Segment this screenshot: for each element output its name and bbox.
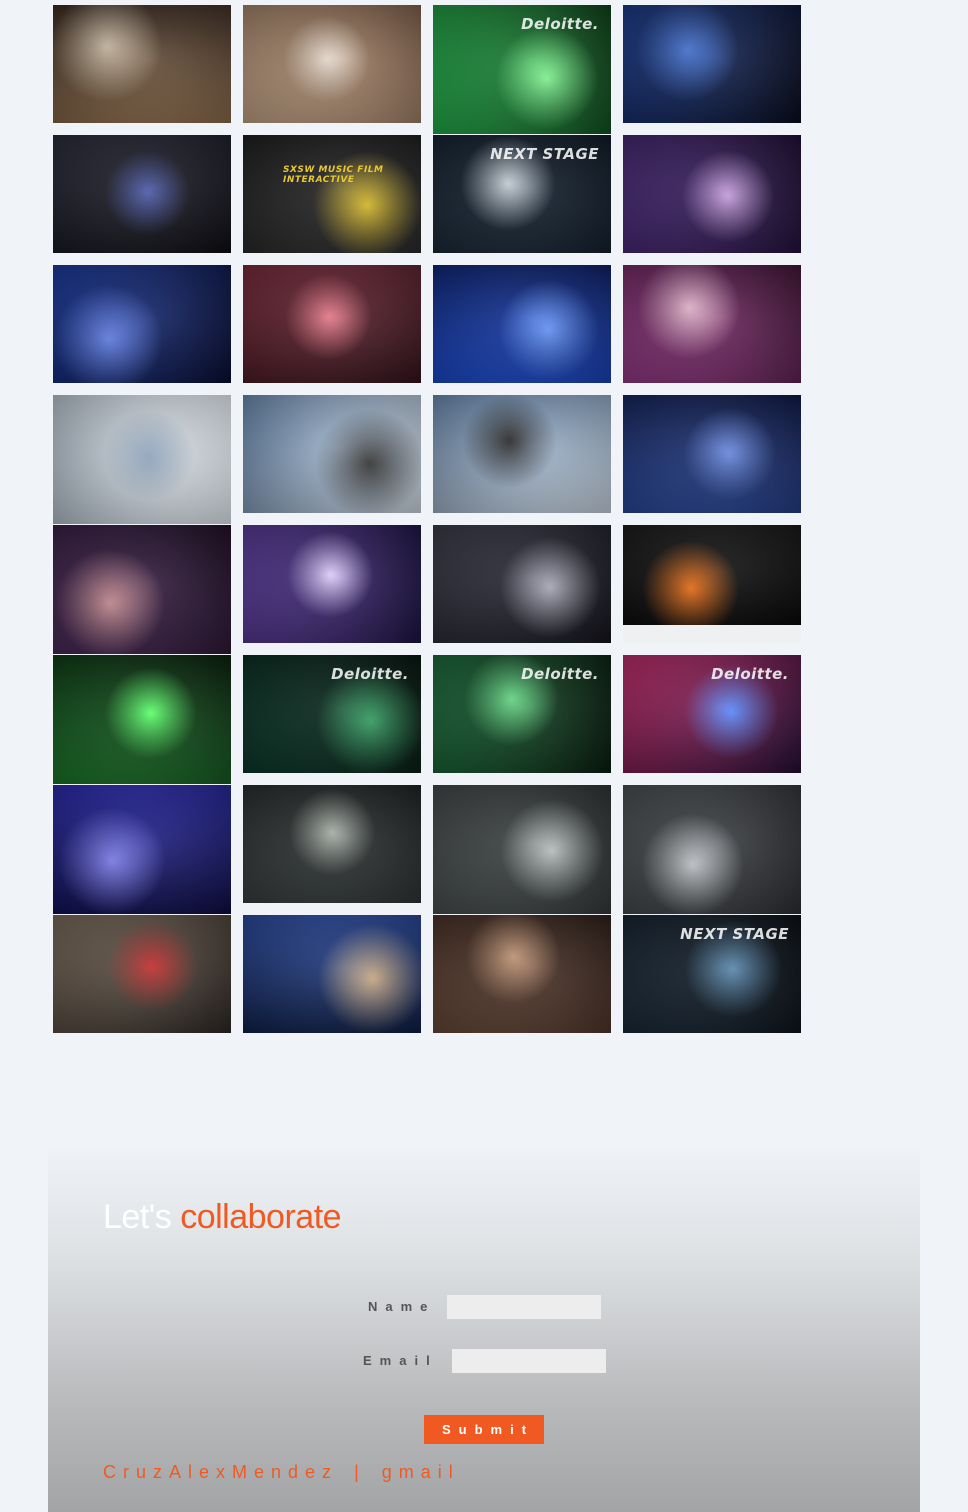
photo-image xyxy=(623,785,801,914)
gallery-photo[interactable] xyxy=(53,525,231,654)
gallery-photo[interactable]: Deloitte. xyxy=(433,5,611,134)
photo-image xyxy=(433,265,611,383)
photo-image xyxy=(53,655,231,784)
gallery-photo[interactable]: NEXT STAGE xyxy=(623,915,801,1033)
gallery-photo[interactable] xyxy=(243,265,421,383)
photo-caption: Deloitte. xyxy=(521,665,599,683)
photo-image xyxy=(53,525,231,654)
photo-image xyxy=(53,785,231,914)
gallery-photo[interactable] xyxy=(433,525,611,643)
gallery-photo[interactable] xyxy=(53,655,231,784)
contact-section: Let's collaborate Name Email Submit Cruz… xyxy=(48,1140,920,1512)
photo-image xyxy=(243,265,421,383)
gallery-photo[interactable] xyxy=(243,915,421,1033)
name-label: Name xyxy=(368,1299,436,1314)
submit-button[interactable]: Submit xyxy=(424,1415,544,1444)
photo-caption: NEXT STAGE xyxy=(680,925,789,943)
photo-image xyxy=(53,915,231,1033)
gallery-photo[interactable]: NEXT STAGE xyxy=(433,135,611,253)
gmail-link[interactable]: gmail xyxy=(382,1462,460,1482)
photo-image xyxy=(53,395,231,524)
gallery-photo[interactable] xyxy=(243,5,421,123)
email-label: Email xyxy=(363,1353,438,1368)
email-field[interactable] xyxy=(452,1349,606,1373)
photo-caption: Deloitte. xyxy=(711,665,789,683)
gallery-photo[interactable] xyxy=(243,785,421,903)
gallery-photo[interactable] xyxy=(243,395,421,513)
gallery-photo[interactable] xyxy=(623,525,801,643)
gallery-photo[interactable]: Deloitte. xyxy=(243,655,421,773)
photo-image xyxy=(53,5,231,123)
photo-caption: NEXT STAGE xyxy=(490,145,599,163)
photo-caption: SXSW MUSIC FILM INTERACTIVE xyxy=(283,165,384,185)
photo-image xyxy=(243,135,421,253)
photo-image xyxy=(243,785,421,903)
gallery-photo[interactable] xyxy=(623,5,801,123)
photo-image xyxy=(623,135,801,253)
photo-caption: Deloitte. xyxy=(521,15,599,33)
photo-image xyxy=(433,525,611,643)
heading-accent: collaborate xyxy=(180,1198,342,1236)
photo-image xyxy=(243,915,421,1033)
gallery-photo[interactable] xyxy=(53,265,231,383)
name-field[interactable] xyxy=(447,1295,601,1319)
gallery-photo[interactable] xyxy=(433,395,611,513)
name-row: Name xyxy=(368,1295,608,1321)
gallery-photo[interactable] xyxy=(433,785,611,914)
contact-heading: Let's collaborate xyxy=(103,1198,342,1237)
gallery-photo[interactable] xyxy=(53,785,231,914)
gallery-photo[interactable] xyxy=(53,915,231,1033)
photo-image xyxy=(623,5,801,123)
photo-image xyxy=(243,5,421,123)
photo-image xyxy=(53,135,231,253)
gallery-photo[interactable] xyxy=(53,395,231,524)
footer-links: CruzAlexMendez | gmail xyxy=(103,1462,460,1483)
photo-image xyxy=(433,785,611,914)
photo-image xyxy=(433,915,611,1033)
gallery-photo[interactable]: SXSW MUSIC FILM INTERACTIVE xyxy=(243,135,421,253)
gallery-photo[interactable] xyxy=(623,135,801,253)
gallery-photo[interactable] xyxy=(433,265,611,383)
footer-name: CruzAlexMendez xyxy=(103,1462,339,1482)
gallery-photo[interactable]: Deloitte. xyxy=(623,655,801,773)
gallery-photo[interactable] xyxy=(433,915,611,1033)
photo-image xyxy=(243,395,421,513)
gallery-photo[interactable]: Deloitte. xyxy=(433,655,611,773)
heading-lead: Let's xyxy=(103,1198,172,1236)
photo-caption: Deloitte. xyxy=(331,665,409,683)
photo-image xyxy=(623,525,801,625)
gallery-photo[interactable] xyxy=(623,785,801,914)
footer-separator: | xyxy=(354,1462,366,1482)
photo-image xyxy=(433,395,611,513)
email-row: Email xyxy=(363,1349,613,1375)
photo-image xyxy=(243,525,421,643)
gallery-photo[interactable] xyxy=(243,525,421,643)
photo-border-strip xyxy=(623,625,801,643)
gallery-photo[interactable] xyxy=(623,265,801,383)
photo-image xyxy=(623,395,801,513)
gallery-photo[interactable] xyxy=(623,395,801,513)
photo-image xyxy=(53,265,231,383)
photo-image xyxy=(623,265,801,383)
gallery-photo[interactable] xyxy=(53,135,231,253)
gallery-photo[interactable] xyxy=(53,5,231,123)
